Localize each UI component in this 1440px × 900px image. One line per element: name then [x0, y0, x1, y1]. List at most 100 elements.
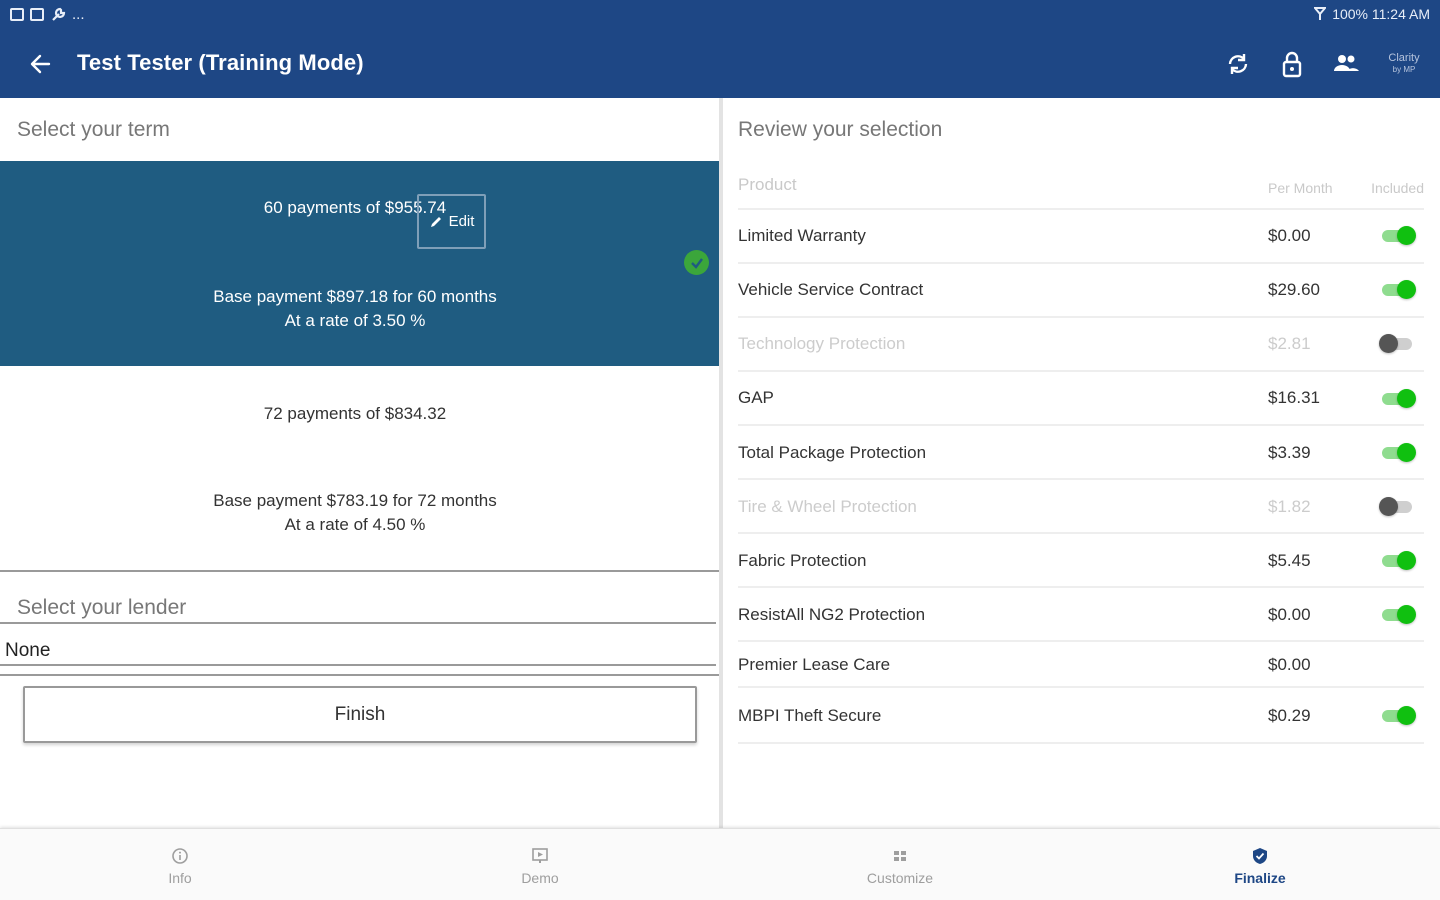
gallery-notification-icon	[30, 8, 44, 21]
bottom-navigation: Info Demo Customize Finalize	[0, 828, 1440, 900]
product-table-header: Product Per Month Included	[738, 170, 1424, 210]
sync-icon	[1228, 54, 1248, 74]
product-price: $0.29	[1268, 706, 1311, 725]
review-section-header: Review your selection	[738, 118, 943, 141]
image-notification-icon	[10, 8, 24, 21]
signal-icon	[1314, 7, 1327, 20]
finalize-icon	[1253, 848, 1267, 864]
lock-icon	[1282, 51, 1302, 78]
product-included-toggle[interactable]	[1382, 443, 1416, 462]
clarity-logo: Clarity by MP	[1382, 52, 1426, 76]
lender-select[interactable]: None	[0, 622, 716, 666]
product-name: Fabric Protection	[738, 551, 867, 570]
term-lender-pane: Select your term 60 payments of $955.74 …	[0, 98, 720, 828]
product-name: ResistAll NG2 Protection	[738, 605, 926, 624]
column-header-per-month: Per Month	[1268, 180, 1333, 196]
customers-button[interactable]	[1328, 44, 1364, 84]
product-included-toggle[interactable]	[1379, 334, 1416, 353]
clarity-logo-subtext: by MP	[1392, 65, 1416, 74]
product-row: GAP $16.31	[738, 372, 1424, 426]
finish-button[interactable]: Finish	[23, 686, 697, 743]
clarity-logo-text: Clarity	[1388, 52, 1420, 64]
product-included-toggle[interactable]	[1382, 280, 1416, 299]
arrow-left-icon	[30, 54, 51, 74]
product-price: $29.60	[1268, 280, 1320, 299]
product-price: $5.45	[1268, 551, 1311, 570]
status-system-info: 100% 11:24 AM	[1314, 6, 1430, 22]
customize-icon	[894, 851, 906, 861]
product-price: $0.00	[1268, 655, 1311, 674]
edit-term-label: Edit	[448, 213, 475, 230]
nav-label: Demo	[521, 870, 559, 886]
info-icon	[172, 848, 188, 864]
term-rate-line: At a rate of 3.50 %	[284, 311, 426, 330]
column-header-included: Included	[1371, 180, 1424, 196]
product-row: ResistAll NG2 Protection $0.00	[738, 588, 1424, 642]
app-bar: Test Tester (Training Mode) Clarity by M…	[0, 30, 1440, 98]
back-button[interactable]	[22, 46, 58, 82]
column-header-product: Product	[738, 175, 797, 194]
product-price: $1.82	[1268, 497, 1311, 516]
nav-label: Info	[168, 870, 192, 886]
term-base-details: Base payment $897.18 for 60 months At a …	[0, 285, 710, 333]
nav-tab-customize[interactable]: Customize	[720, 829, 1080, 900]
demo-icon	[532, 848, 548, 863]
product-included-toggle[interactable]	[1382, 389, 1416, 408]
term-base-details: Base payment $783.19 for 72 months At a …	[0, 489, 710, 537]
status-notification-icons: ...	[10, 6, 85, 23]
product-name: Technology Protection	[738, 334, 906, 353]
product-included-toggle[interactable]	[1379, 497, 1416, 516]
product-name: Limited Warranty	[738, 226, 866, 245]
product-row: Fabric Protection $5.45	[738, 534, 1424, 588]
people-icon	[1334, 55, 1359, 71]
product-row: Tire & Wheel Protection $1.82	[738, 480, 1424, 534]
product-name: Total Package Protection	[738, 443, 927, 462]
product-row: Vehicle Service Contract $29.60	[738, 264, 1424, 318]
selected-check-icon	[684, 250, 709, 275]
app-bar-actions: Clarity by MP	[1220, 44, 1426, 84]
product-name: Premier Lease Care	[738, 655, 891, 674]
product-row: Limited Warranty $0.00	[738, 210, 1424, 264]
product-price: $3.39	[1268, 443, 1311, 462]
term-base-line: Base payment $783.19 for 72 months	[213, 491, 497, 510]
term-base-line: Base payment $897.18 for 60 months	[213, 287, 497, 306]
sync-button[interactable]	[1220, 44, 1256, 84]
product-price: $0.00	[1268, 226, 1311, 245]
product-name: Vehicle Service Contract	[738, 280, 924, 299]
product-row: MBPI Theft Secure $0.29	[738, 688, 1424, 744]
product-included-toggle[interactable]	[1382, 551, 1416, 570]
product-price: $0.00	[1268, 605, 1311, 624]
product-name: MBPI Theft Secure	[738, 706, 882, 725]
page-title: Test Tester (Training Mode)	[77, 50, 364, 75]
product-included-toggle[interactable]	[1382, 226, 1416, 245]
pencil-icon	[430, 216, 441, 227]
term-payment-line: 72 payments of $834.32	[263, 404, 447, 423]
term-option-60[interactable]: 60 payments of $955.74 Edit Base payment…	[0, 161, 720, 366]
nav-tab-finalize[interactable]: Finalize	[1080, 829, 1440, 900]
term-payment-line: 60 payments of $955.74	[263, 198, 447, 217]
nav-label: Finalize	[1234, 870, 1286, 886]
status-bar: ... 100% 11:24 AM	[0, 0, 1440, 30]
status-time-battery: 100% 11:24 AM	[1332, 6, 1430, 22]
product-row: Technology Protection $2.81	[738, 318, 1424, 372]
term-option-72[interactable]: 72 payments of $834.32 Base payment $783…	[0, 366, 720, 572]
status-more: ...	[72, 6, 85, 23]
product-name: Tire & Wheel Protection	[738, 497, 917, 516]
product-price: $2.81	[1268, 334, 1311, 353]
nav-tab-demo[interactable]: Demo	[360, 829, 720, 900]
product-included-toggle[interactable]	[1382, 605, 1416, 624]
lender-section-header: Select your lender	[17, 596, 187, 619]
term-section-header: Select your term	[17, 118, 170, 141]
lender-select-value: None	[5, 640, 51, 661]
divider	[0, 674, 720, 676]
lock-button[interactable]	[1274, 44, 1310, 84]
nav-tab-info[interactable]: Info	[0, 829, 360, 900]
nav-label: Customize	[866, 870, 934, 886]
term-rate-line: At a rate of 4.50 %	[284, 515, 426, 534]
wrench-icon	[52, 7, 66, 21]
review-selection-pane: Review your selection Product Per Month …	[723, 98, 1440, 828]
product-row: Total Package Protection $3.39	[738, 426, 1424, 480]
product-price: $16.31	[1268, 388, 1320, 407]
edit-term-button[interactable]: Edit	[417, 194, 486, 249]
product-included-toggle[interactable]	[1382, 706, 1416, 725]
